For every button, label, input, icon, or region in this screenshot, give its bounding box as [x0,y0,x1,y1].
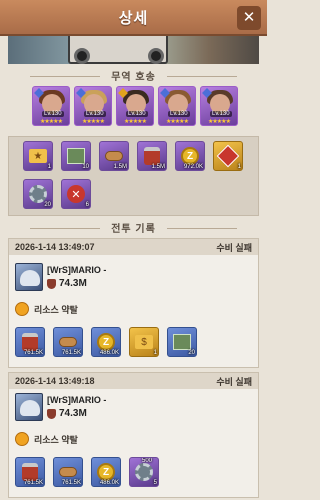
attacker-info[interactable]: [WrS]MARIO - 74.3M [15,263,125,293]
power-icon [47,408,56,419]
red-gem-icon[interactable]: 1 [213,141,243,171]
item-qty: 5 [153,480,157,486]
wheel-icon [148,48,164,64]
power-icon [47,278,56,289]
cargo-panel: ★ 1 10 1.5M 1.5M Z 972.0K 1 20 ✕ 6 [8,136,259,216]
item-qty: 972.0K [183,164,203,170]
item-qty: 1.5M [151,164,165,170]
hero-level: Lv.130 [42,111,64,117]
record-result: 수비 실패 [216,242,252,253]
attacker-name: [WrS]MARIO - [47,265,107,275]
ticket-icon[interactable]: $ 1 [129,327,159,357]
page-title: 상세 [118,9,149,27]
title-bar: 상세 ✕ [0,0,267,36]
record-header: 2026-1-14 13:49:07 수비 실패 [9,239,258,255]
item-qty: 486.0K [99,350,119,356]
loot-items: 761.5K 761.5K Z 486.0K $ 1 20 [15,327,255,361]
item-qty: 20 [188,350,195,356]
hero-stars: ★★★★★ [82,119,105,125]
hero-level: Lv.130 [126,111,148,117]
wolf-icon [20,270,40,286]
item-qty: 1 [47,164,51,170]
item-qty: 1.5M [113,164,127,170]
red-badge-icon[interactable]: ✕ 6 [61,179,91,209]
wolf-icon [20,400,40,416]
loot-title: 리소스 약탈 [15,431,78,447]
battle-section-title: 전투 기록 [0,220,267,236]
escort-heroes: Lv.130 ★★★★★ Lv.130 ★★★★★ Lv.130 ★★★★★ L… [32,86,240,126]
wheel-icon [74,48,90,64]
hero-stars: ★★★★★ [124,119,147,125]
coin-icon[interactable]: Z 486.0K [91,457,121,487]
item-badge: 500 [141,458,152,464]
wood-icon[interactable]: 761.5K [53,457,83,487]
attacker-power: 74.3M [47,408,87,419]
gear-crate-icon[interactable]: 20 [167,327,197,357]
item-qty: 1 [153,350,157,356]
battle-record[interactable]: 2026-1-14 13:49:18 수비 실패 [WrS]MARIO - 74… [8,372,259,498]
record-result: 수비 실패 [216,376,252,387]
record-date: 2026-1-14 13:49:07 [15,242,95,252]
item-qty: 10 [82,164,89,170]
hero-card[interactable]: Lv.130 ★★★★★ [32,86,70,126]
loot-label: 리소스 약탈 [34,304,78,315]
wood-icon[interactable]: 761.5K [53,327,83,357]
star-chest-icon[interactable]: ★ 1 [23,141,53,171]
gear-token-icon[interactable]: 500 5 [129,457,159,487]
hero-card[interactable]: Lv.130 ★★★★★ [74,86,112,126]
food-can-icon[interactable]: 761.5K [15,457,45,487]
avatar [15,393,43,421]
hero-level: Lv.130 [84,111,106,117]
battle-record[interactable]: 2026-1-14 13:49:07 수비 실패 [WrS]MARIO - 74… [8,238,259,368]
truck-image [68,36,168,64]
hero-stars: ★★★★★ [166,119,189,125]
item-qty: 1 [237,164,241,170]
food-can-icon[interactable]: 1.5M [137,141,167,171]
hero-level: Lv.130 [210,111,232,117]
coin-icon[interactable]: Z 486.0K [91,327,121,357]
convoy-banner [8,36,259,64]
gear-crate-icon[interactable]: 10 [61,141,91,171]
record-header: 2026-1-14 13:49:18 수비 실패 [9,373,258,389]
wood-icon[interactable]: 1.5M [99,141,129,171]
power-value: 74.3M [59,278,87,289]
food-can-icon[interactable]: 761.5K [15,327,45,357]
item-qty: 486.0K [99,480,119,486]
coin-icon[interactable]: Z 972.0K [175,141,205,171]
item-qty: 761.5K [23,480,43,486]
escort-section-title: 무역 호송 [0,68,267,84]
attacker-name: [WrS]MARIO - [47,395,107,405]
record-date: 2026-1-14 13:49:18 [15,376,95,386]
gear-crate-icon[interactable]: 20 [23,179,53,209]
close-icon[interactable]: ✕ [237,6,261,30]
attacker-info[interactable]: [WrS]MARIO - 74.3M [15,393,125,423]
power-value: 74.3M [59,408,87,419]
item-qty: 761.5K [23,350,43,356]
attacker-power: 74.3M [47,278,87,289]
loot-label: 리소스 약탈 [34,434,78,445]
hero-card[interactable]: Lv.130 ★★★★★ [116,86,154,126]
item-qty: 761.5K [61,350,81,356]
item-qty: 761.5K [61,480,81,486]
hero-stars: ★★★★★ [40,119,63,125]
avatar [15,263,43,291]
loot-items: 761.5K 761.5K Z 486.0K 500 5 [15,457,255,491]
item-qty: 20 [44,202,51,208]
loot-title: 리소스 약탈 [15,301,78,317]
item-qty: 6 [85,202,89,208]
hero-level: Lv.130 [168,111,190,117]
hero-card[interactable]: Lv.130 ★★★★★ [200,86,238,126]
loot-icon [15,302,29,316]
hero-stars: ★★★★★ [208,119,231,125]
hero-card[interactable]: Lv.130 ★★★★★ [158,86,196,126]
loot-icon [15,432,29,446]
